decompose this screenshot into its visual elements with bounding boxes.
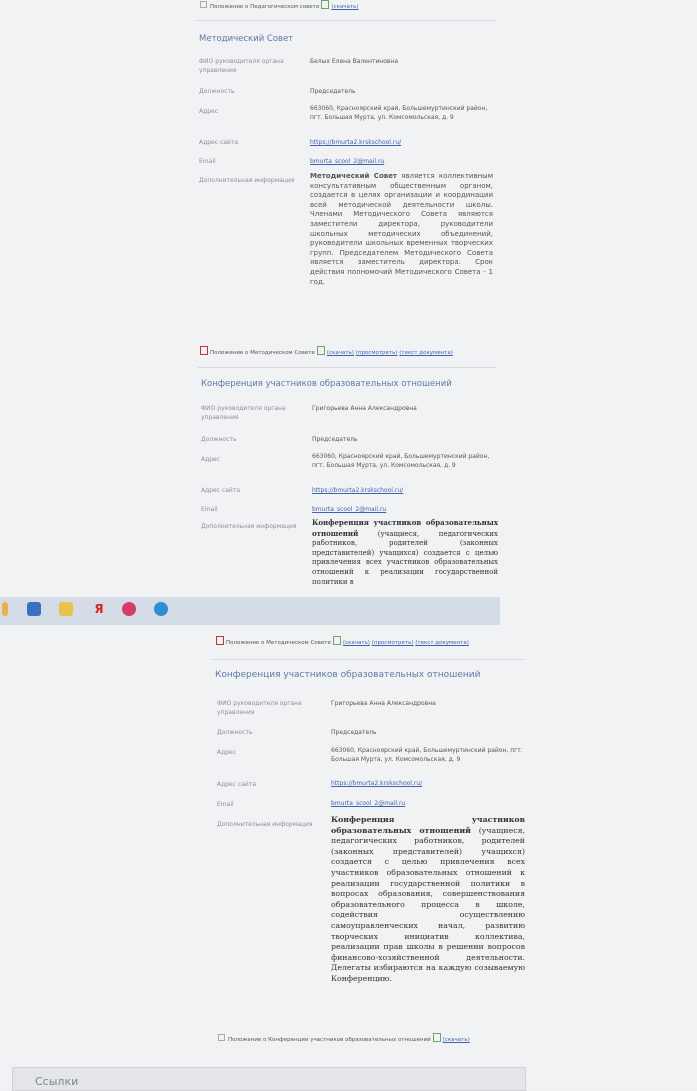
doc-link-metod-2[interactable]: Положение о Методическом Совете (скачать)…	[216, 636, 469, 646]
checkbox-icon	[218, 1034, 225, 1041]
pdf-icon	[200, 346, 208, 355]
pencil-icon[interactable]	[2, 602, 8, 616]
field-label: Адрес	[217, 749, 237, 756]
scanned-page: Положение о Педагогическом совете (скачат…	[0, 0, 697, 1091]
field-label: Должность	[201, 436, 237, 443]
field-value: Белых Елена Валентиновна	[310, 58, 399, 65]
field-label: Должность	[217, 729, 253, 736]
site-link[interactable]: https://bmurta2.krskschool.ru/	[331, 779, 422, 788]
field-label: Должность	[199, 88, 235, 95]
field-label: Email	[201, 506, 218, 513]
field-label: Адрес сайта	[199, 139, 239, 146]
field-label: Email	[199, 158, 216, 165]
ie-icon[interactable]	[154, 602, 168, 616]
field-value-description: Конференция участников образовательных о…	[312, 518, 498, 586]
doc-link-metod[interactable]: Положение о Методическом Совете (скачать)…	[200, 346, 453, 356]
field-label: Email	[217, 801, 234, 808]
taskbar	[0, 597, 500, 625]
green-file-icon	[316, 346, 325, 355]
green-file-icon	[432, 1033, 441, 1042]
divider	[196, 20, 496, 21]
download-link[interactable]: (скачать)	[327, 350, 354, 356]
field-label: Адрес	[201, 456, 221, 463]
doc-link-pedsovet[interactable]: Положение о Педагогическом совете (скачат…	[200, 0, 358, 10]
chrome-icon[interactable]	[122, 602, 136, 616]
email-link[interactable]: bmurta_scool_2@mail.ru	[331, 799, 405, 808]
download-link[interactable]: (скачать)	[443, 1037, 470, 1043]
pdf-icon	[216, 636, 224, 645]
field-value: 663060, Красноярский край, Большемуртинс…	[331, 747, 523, 763]
field-value: Председатель	[310, 88, 356, 95]
folder-icon[interactable]	[59, 602, 73, 616]
text-link[interactable]: (текст документа)	[399, 350, 453, 356]
monitor-icon[interactable]	[27, 602, 41, 616]
field-label: ФИО руководителя органа управления	[201, 405, 286, 421]
links-footer: Ссылки	[12, 1067, 526, 1091]
section-title: Конференция участников образовательных о…	[215, 670, 481, 680]
field-label: Дополнительная информация	[199, 177, 295, 184]
field-label: Адрес сайта	[217, 781, 257, 788]
divider	[212, 659, 524, 660]
field-value: Председатель	[331, 729, 377, 736]
field-value: Григорьева Анна Александровна	[312, 405, 417, 412]
text-link[interactable]: (текст документа)	[415, 640, 469, 646]
green-file-icon	[332, 636, 341, 645]
field-value: 663060, Красноярский край, Большемуртинс…	[310, 105, 488, 121]
field-value: Председатель	[312, 436, 358, 443]
download-link[interactable]: (скачать)	[343, 640, 370, 646]
email-link[interactable]: bmurta_scool_2@mail.ru	[310, 157, 384, 166]
site-link[interactable]: https://bmurta2.krskschool.ru/	[310, 138, 401, 147]
bold-term: Методический Совет	[310, 172, 397, 180]
field-label: Адрес сайта	[201, 487, 241, 494]
field-label: ФИО руководителя органа управления	[217, 700, 302, 716]
doc-link-konf[interactable]: Положение о Конференции участников образ…	[218, 1033, 470, 1043]
section-title: Методический Совет	[199, 34, 294, 44]
field-label: Дополнительная информация	[217, 821, 313, 828]
field-value-description: Методический Совет является коллективным…	[310, 172, 493, 286]
field-label: Дополнительная информация	[201, 523, 297, 530]
site-link[interactable]: https://bmurta2.krskschool.ru/	[312, 486, 403, 495]
section-title: Конференция участников образовательных о…	[201, 379, 452, 389]
email-link[interactable]: bmurta_scool_2@mail.ru	[312, 505, 386, 514]
divider	[198, 367, 496, 368]
field-value-description: Конференция участников образовательных о…	[331, 815, 525, 983]
field-label: Адрес	[199, 108, 219, 115]
field-label: ФИО руководителя органа управления	[199, 58, 284, 74]
download-link[interactable]: (скачать)	[331, 4, 358, 10]
view-link[interactable]: (просмотреть)	[356, 350, 398, 356]
footer-title: Ссылки	[35, 1075, 79, 1088]
yandex-icon[interactable]: Я	[92, 602, 106, 616]
green-file-icon	[321, 0, 330, 9]
checkbox-icon	[200, 1, 207, 8]
field-value: Григорьева Анна Александровна	[331, 700, 436, 707]
view-link[interactable]: (просмотреть)	[372, 640, 414, 646]
field-value: 663060, Красноярский край, Большемуртинс…	[312, 453, 490, 469]
